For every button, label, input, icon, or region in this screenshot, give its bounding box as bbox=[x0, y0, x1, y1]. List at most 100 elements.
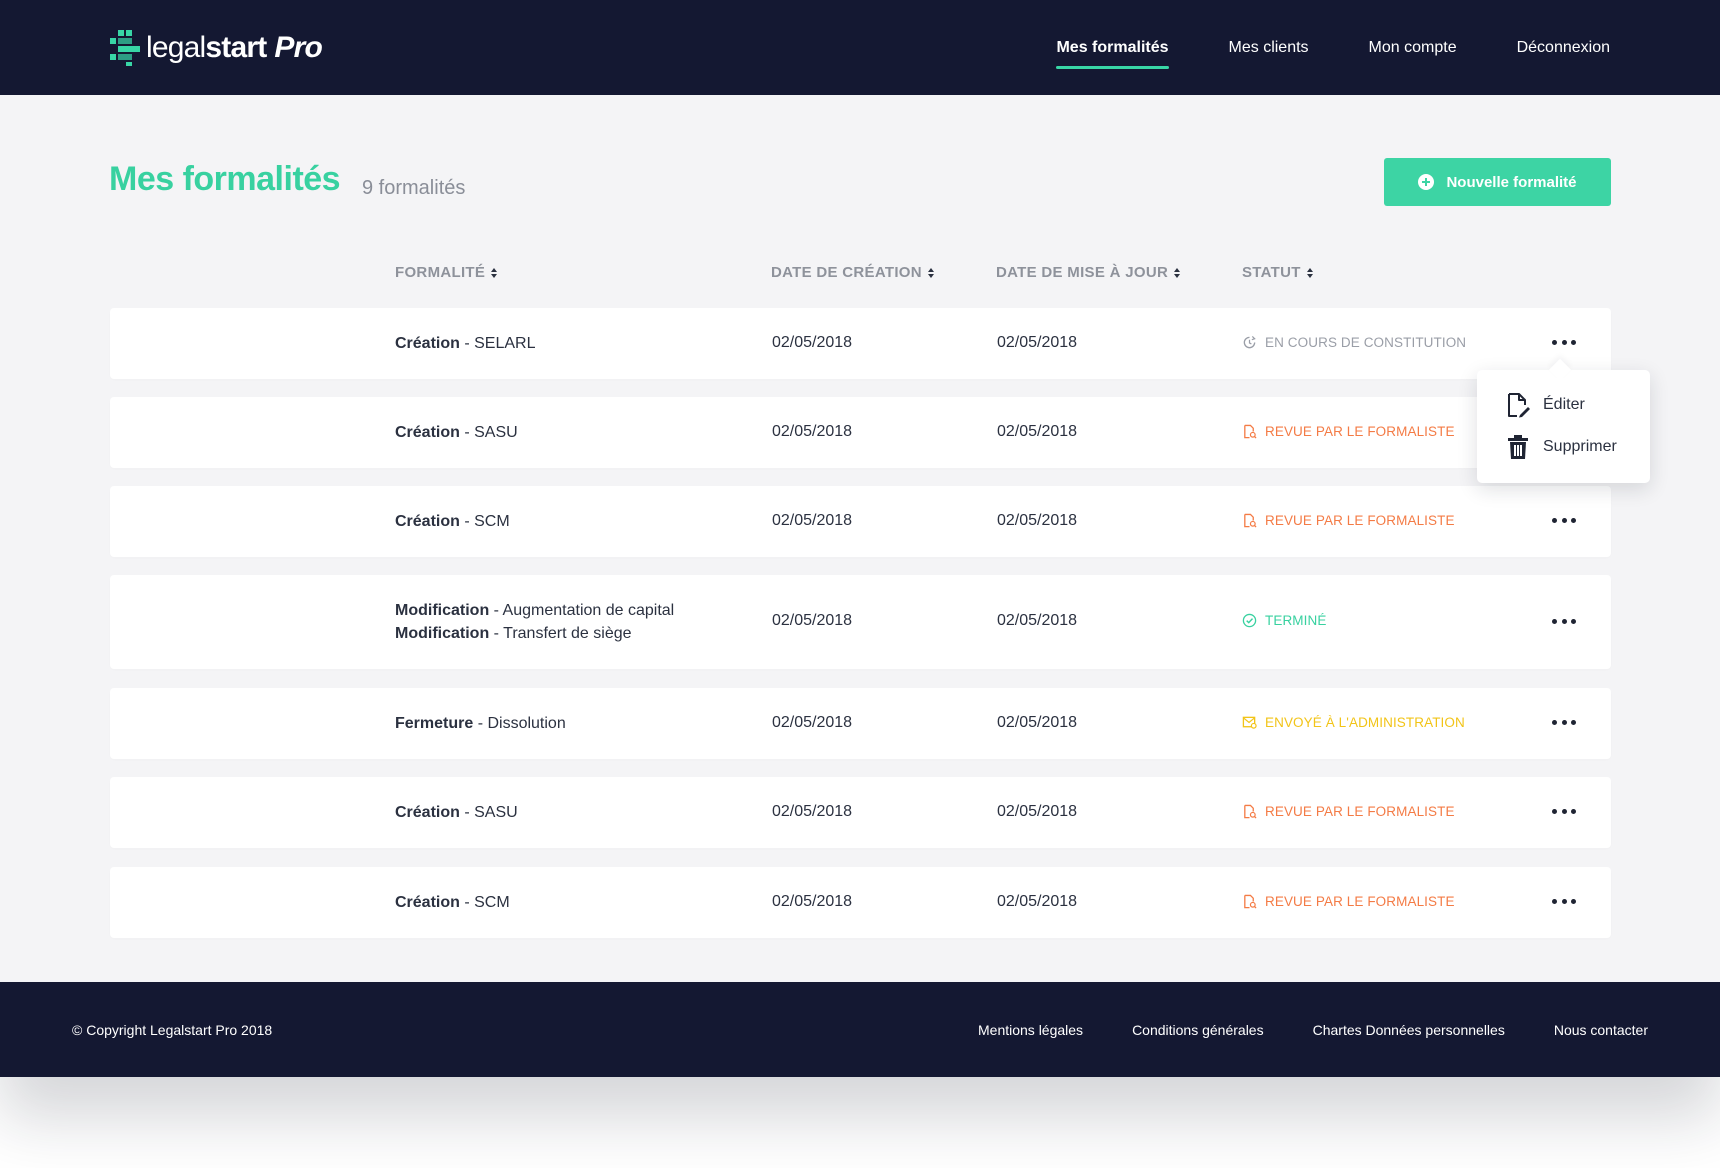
table-row[interactable]: Création - SCM 02/05/2018 02/05/2018 REVUE … bbox=[110, 867, 1611, 938]
sort-icon bbox=[491, 267, 498, 278]
cell-formalite: Création - SASU bbox=[395, 421, 518, 444]
cell-date-update: 02/05/2018 bbox=[997, 333, 1078, 351]
nav-mes-clients[interactable]: Mes clients bbox=[1229, 33, 1309, 63]
status-badge: REVUE PAR LE FORMALISTE bbox=[1242, 804, 1455, 819]
status-badge: REVUE PAR LE FORMALISTE bbox=[1242, 424, 1455, 439]
page-title: Mes formalités bbox=[109, 160, 341, 198]
cell-date-creation: 02/05/2018 bbox=[772, 422, 853, 440]
table-row[interactable]: Création - SELARL 02/05/2018 02/05/2018 EN … bbox=[110, 308, 1611, 379]
cell-formalite: Création - SCM bbox=[395, 510, 510, 533]
document-search-icon bbox=[1242, 513, 1257, 528]
footer: © Copyright Legalstart Pro 2018 Mentions… bbox=[0, 982, 1720, 1077]
formalite-detail: - SCM bbox=[459, 894, 510, 911]
main-nav: Mes formalités Mes clients Mon compte Dé… bbox=[996, 0, 1610, 95]
column-header-formalite[interactable]: FORMALITÉ bbox=[395, 264, 498, 281]
formalite-line: Modification - Transfert de siège bbox=[395, 622, 674, 645]
cell-date-creation: 02/05/2018 bbox=[772, 892, 853, 910]
cell-date-creation: 02/05/2018 bbox=[772, 511, 853, 529]
formalite-line: Création - SCM bbox=[395, 510, 510, 533]
column-header-label: STATUT bbox=[1242, 264, 1301, 281]
more-actions-icon[interactable] bbox=[1552, 892, 1576, 912]
footer-link-conditions[interactable]: Conditions générales bbox=[1132, 1022, 1264, 1038]
formalite-detail: - Transfert de siège bbox=[489, 625, 632, 642]
more-actions-icon[interactable] bbox=[1552, 333, 1576, 353]
copyright-text: © Copyright Legalstart Pro 2018 bbox=[72, 1022, 273, 1038]
column-header-label: DATE DE MISE À JOUR bbox=[996, 264, 1169, 281]
cell-date-update: 02/05/2018 bbox=[997, 422, 1078, 440]
formalites-count: 9 formalités bbox=[362, 177, 466, 199]
status-label: REVUE PAR LE FORMALISTE bbox=[1265, 512, 1455, 528]
mail-icon bbox=[1242, 715, 1257, 730]
table-row[interactable]: Fermeture - Dissolution 02/05/2018 02/05/2… bbox=[110, 688, 1611, 759]
cell-date-creation: 02/05/2018 bbox=[772, 333, 853, 351]
cell-date-update: 02/05/2018 bbox=[997, 802, 1078, 820]
menu-item-edit-label: Éditer bbox=[1543, 396, 1585, 413]
formalite-line: Création - SASU bbox=[395, 421, 518, 444]
logo-mark-icon bbox=[110, 30, 140, 66]
row-actions-menu: Éditer Supprimer bbox=[1477, 370, 1650, 483]
column-header-statut[interactable]: STATUT bbox=[1242, 264, 1313, 281]
formalite-line: Fermeture - Dissolution bbox=[395, 712, 566, 735]
status-label: REVUE PAR LE FORMALISTE bbox=[1265, 803, 1455, 819]
column-header-label: DATE DE CRÉATION bbox=[771, 264, 922, 281]
table-row[interactable]: Création - SCM 02/05/2018 02/05/2018 REVUE … bbox=[110, 486, 1611, 557]
cell-formalite: Fermeture - Dissolution bbox=[395, 712, 566, 735]
formalite-line: Création - SCM bbox=[395, 891, 510, 914]
footer-links: Mentions légales Conditions générales Ch… bbox=[929, 1022, 1648, 1038]
trash-icon bbox=[1508, 435, 1528, 459]
plus-circle-icon bbox=[1418, 174, 1435, 190]
status-badge: TERMINÉ bbox=[1242, 613, 1326, 628]
menu-item-edit[interactable]: Éditer bbox=[1505, 392, 1585, 418]
status-badge: ENVOYÉ À L'ADMINISTRATION bbox=[1242, 715, 1465, 730]
table-row[interactable]: Modification - Augmentation de capital Mo… bbox=[110, 575, 1611, 669]
formalite-type: Modification bbox=[395, 625, 490, 642]
formalite-type: Fermeture bbox=[395, 715, 474, 732]
check-circle-icon bbox=[1242, 613, 1257, 628]
formalite-detail: - SASU bbox=[459, 424, 518, 441]
formalite-type: Création bbox=[395, 424, 460, 441]
column-header-date-update[interactable]: DATE DE MISE À JOUR bbox=[996, 264, 1181, 281]
top-navbar: legal start Pro Mes formalités Mes clients… bbox=[0, 0, 1720, 95]
sort-icon bbox=[1174, 267, 1181, 278]
more-actions-icon[interactable] bbox=[1552, 611, 1576, 631]
formalite-detail: - Dissolution bbox=[473, 715, 566, 732]
status-label: EN COURS DE CONSTITUTION bbox=[1265, 334, 1467, 350]
cell-date-creation: 02/05/2018 bbox=[772, 612, 853, 629]
document-search-icon bbox=[1242, 894, 1257, 909]
formalite-type: Création bbox=[395, 335, 460, 352]
cell-date-update: 02/05/2018 bbox=[997, 612, 1078, 629]
new-formalite-label: Nouvelle formalité bbox=[1446, 173, 1577, 191]
nav-mes-formalites[interactable]: Mes formalités bbox=[1056, 33, 1169, 69]
status-badge: REVUE PAR LE FORMALISTE bbox=[1242, 894, 1455, 909]
menu-item-delete[interactable]: Supprimer bbox=[1505, 434, 1617, 460]
formalite-line: Création - SELARL bbox=[395, 332, 536, 355]
formalite-detail: - SELARL bbox=[459, 335, 536, 352]
footer-link-mentions[interactable]: Mentions légales bbox=[978, 1022, 1083, 1038]
more-actions-icon[interactable] bbox=[1552, 511, 1576, 531]
document-search-icon bbox=[1242, 424, 1257, 439]
document-search-icon bbox=[1242, 804, 1257, 819]
nav-deconnexion[interactable]: Déconnexion bbox=[1517, 33, 1610, 63]
column-header-date-creation[interactable]: DATE DE CRÉATION bbox=[771, 264, 934, 281]
menu-item-delete-label: Supprimer bbox=[1543, 438, 1617, 455]
legalstart-logo[interactable]: legal start Pro bbox=[110, 28, 323, 68]
cell-formalite: Création - SCM bbox=[395, 891, 510, 914]
status-label: REVUE PAR LE FORMALISTE bbox=[1265, 423, 1455, 439]
footer-link-chartes[interactable]: Chartes Données personnelles bbox=[1313, 1022, 1505, 1038]
status-label: REVUE PAR LE FORMALISTE bbox=[1265, 893, 1455, 909]
nav-mon-compte[interactable]: Mon compte bbox=[1369, 33, 1457, 63]
footer-link-contact[interactable]: Nous contacter bbox=[1554, 1022, 1648, 1038]
new-formalite-button[interactable]: Nouvelle formalité bbox=[1384, 158, 1611, 206]
cell-formalite: Création - SELARL bbox=[395, 332, 536, 355]
formalite-type: Création bbox=[395, 513, 460, 530]
edit-document-icon bbox=[1508, 393, 1530, 418]
cell-formalite: Modification - Augmentation de capital Mo… bbox=[395, 599, 674, 645]
cell-date-update: 02/05/2018 bbox=[997, 892, 1078, 910]
more-actions-icon[interactable] bbox=[1552, 713, 1576, 733]
cell-date-update: 02/05/2018 bbox=[997, 713, 1078, 731]
formalite-detail: - Augmentation de capital bbox=[489, 602, 675, 619]
formalite-detail: - SCM bbox=[459, 513, 510, 530]
more-actions-icon[interactable] bbox=[1552, 802, 1576, 822]
table-row[interactable]: Création - SASU 02/05/2018 02/05/2018 REVUE… bbox=[110, 777, 1611, 848]
table-row[interactable]: Création - SASU 02/05/2018 02/05/2018 REVUE… bbox=[110, 397, 1611, 468]
